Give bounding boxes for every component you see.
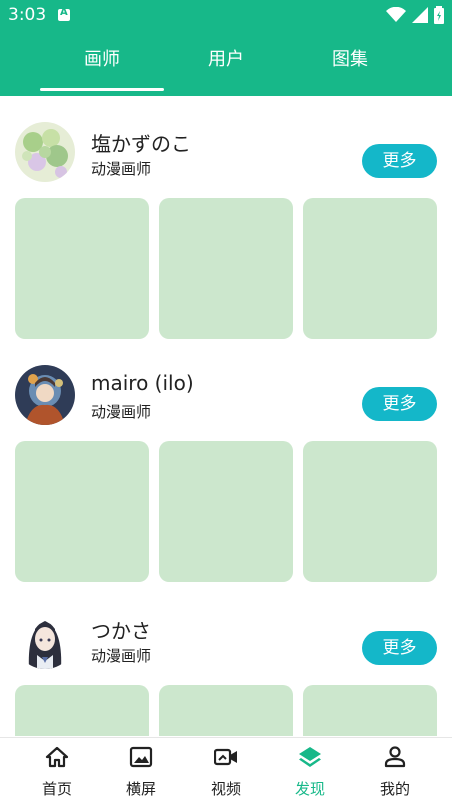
- image-icon: [129, 746, 153, 768]
- wifi-icon: [386, 7, 406, 22]
- artwork-thumbnail[interactable]: [159, 198, 293, 339]
- artist-card: 塩かずのこ 动漫画师 更多: [0, 96, 452, 339]
- artist-role: 动漫画师: [91, 403, 152, 421]
- nav-discover[interactable]: 发现: [265, 738, 355, 803]
- tab-bar: 画师 用户 图集: [0, 40, 452, 92]
- artwork-thumbnails: [15, 685, 437, 736]
- artwork-thumbnails: [15, 198, 437, 339]
- tab-indicator: [40, 88, 164, 91]
- artwork-thumbnail[interactable]: [15, 441, 149, 582]
- nav-video[interactable]: 视频: [181, 738, 271, 803]
- video-camera-icon: [214, 748, 237, 766]
- nav-home[interactable]: 首页: [12, 738, 102, 803]
- artist-name: mairo (ilo): [91, 371, 194, 395]
- artist-role: 动漫画师: [91, 647, 152, 665]
- artist-name: 塩かずのこ: [91, 132, 191, 156]
- artwork-thumbnails: [15, 441, 437, 582]
- artwork-thumbnail[interactable]: [15, 685, 149, 736]
- artwork-thumbnail[interactable]: [303, 685, 437, 736]
- artist-card: mairo (ilo) 动漫画师 更多: [0, 339, 452, 582]
- nav-video-label: 视频: [210, 780, 241, 798]
- nav-profile-label: 我的: [379, 780, 410, 798]
- more-button[interactable]: 更多: [362, 387, 437, 421]
- status-icons: [386, 6, 444, 24]
- more-button[interactable]: 更多: [362, 144, 437, 178]
- nav-landscape-label: 横屏: [125, 780, 156, 798]
- artwork-thumbnail[interactable]: [303, 441, 437, 582]
- bottom-navigation: 首页 横屏 视频 发现 我的: [0, 737, 452, 803]
- nav-discover-label: 发现: [294, 780, 325, 798]
- nav-home-label: 首页: [41, 780, 72, 798]
- signal-icon: [412, 7, 428, 23]
- status-time: 3:03: [8, 5, 47, 25]
- home-icon: [45, 746, 69, 768]
- artist-role: 动漫画师: [91, 160, 152, 178]
- nav-landscape[interactable]: 横屏: [96, 738, 186, 803]
- status-bar: 3:03: [0, 0, 452, 30]
- artwork-thumbnail[interactable]: [159, 685, 293, 736]
- more-button[interactable]: 更多: [362, 631, 437, 665]
- artist-name: つかさ: [91, 619, 151, 643]
- artwork-thumbnail[interactable]: [303, 198, 437, 339]
- artist-card: つかさ 动漫画师 更多: [0, 583, 452, 736]
- layers-icon: [299, 747, 321, 767]
- tab-artists[interactable]: 画师: [40, 40, 164, 92]
- avatar[interactable]: [15, 609, 75, 669]
- avatar[interactable]: [15, 122, 75, 182]
- artwork-thumbnail[interactable]: [15, 198, 149, 339]
- tab-users[interactable]: 用户: [164, 40, 288, 92]
- tab-albums[interactable]: 图集: [288, 40, 412, 92]
- avatar[interactable]: [15, 365, 75, 425]
- nav-profile[interactable]: 我的: [350, 738, 440, 803]
- person-icon: [384, 746, 406, 768]
- top-app-bar: 3:03 画师 用户 图集: [0, 0, 452, 96]
- artist-list[interactable]: 塩かずのこ 动漫画师 更多 mairo (ilo) 动漫画师 更多 つかさ 动漫…: [0, 96, 452, 736]
- artwork-thumbnail[interactable]: [159, 441, 293, 582]
- battery-icon: [434, 6, 444, 24]
- notification-icon: [58, 7, 70, 21]
